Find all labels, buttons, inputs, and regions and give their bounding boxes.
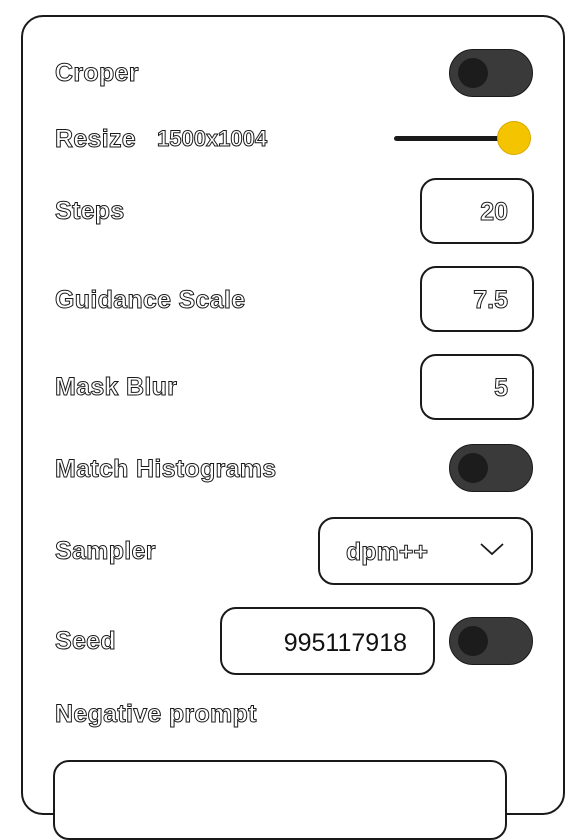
resize-label: Resize [54,125,137,154]
resize-slider-track[interactable] [394,136,514,141]
steps-value: 20 [480,198,509,227]
sampler-value: dpm++ [346,538,429,567]
steps-input[interactable]: 20 [420,178,534,244]
seed-label: Seed [55,627,117,656]
resize-slider-thumb[interactable] [497,121,531,155]
toggle-knob [458,626,488,656]
match-histograms-toggle[interactable] [449,444,533,492]
mask-blur-value: 5 [494,374,509,403]
guidance-scale-input[interactable]: 7.5 [420,266,534,332]
mask-blur-label: Mask Blur [54,373,178,402]
resize-value: 1500x1004 [156,126,268,152]
seed-input[interactable]: 995117918 [220,607,435,675]
match-histograms-label: Match Histograms [55,455,277,484]
guidance-scale-value: 7.5 [473,286,509,315]
cropper-toggle[interactable] [449,49,533,97]
negative-prompt-label: Negative prompt [55,700,257,729]
toggle-knob [458,453,488,483]
seed-value: 995117918 [283,629,407,657]
sampler-select[interactable]: dpm++ [318,517,533,585]
cropper-label: Croper [55,59,139,88]
seed-random-toggle[interactable] [449,617,533,665]
sampler-label: Sampler [55,537,156,566]
negative-prompt-textarea[interactable] [53,760,507,840]
steps-label: Steps [55,197,125,226]
mask-blur-input[interactable]: 5 [420,354,534,420]
chevron-down-icon [480,543,504,556]
guidance-scale-label: Guidance Scale [54,286,246,315]
toggle-knob [458,58,488,88]
